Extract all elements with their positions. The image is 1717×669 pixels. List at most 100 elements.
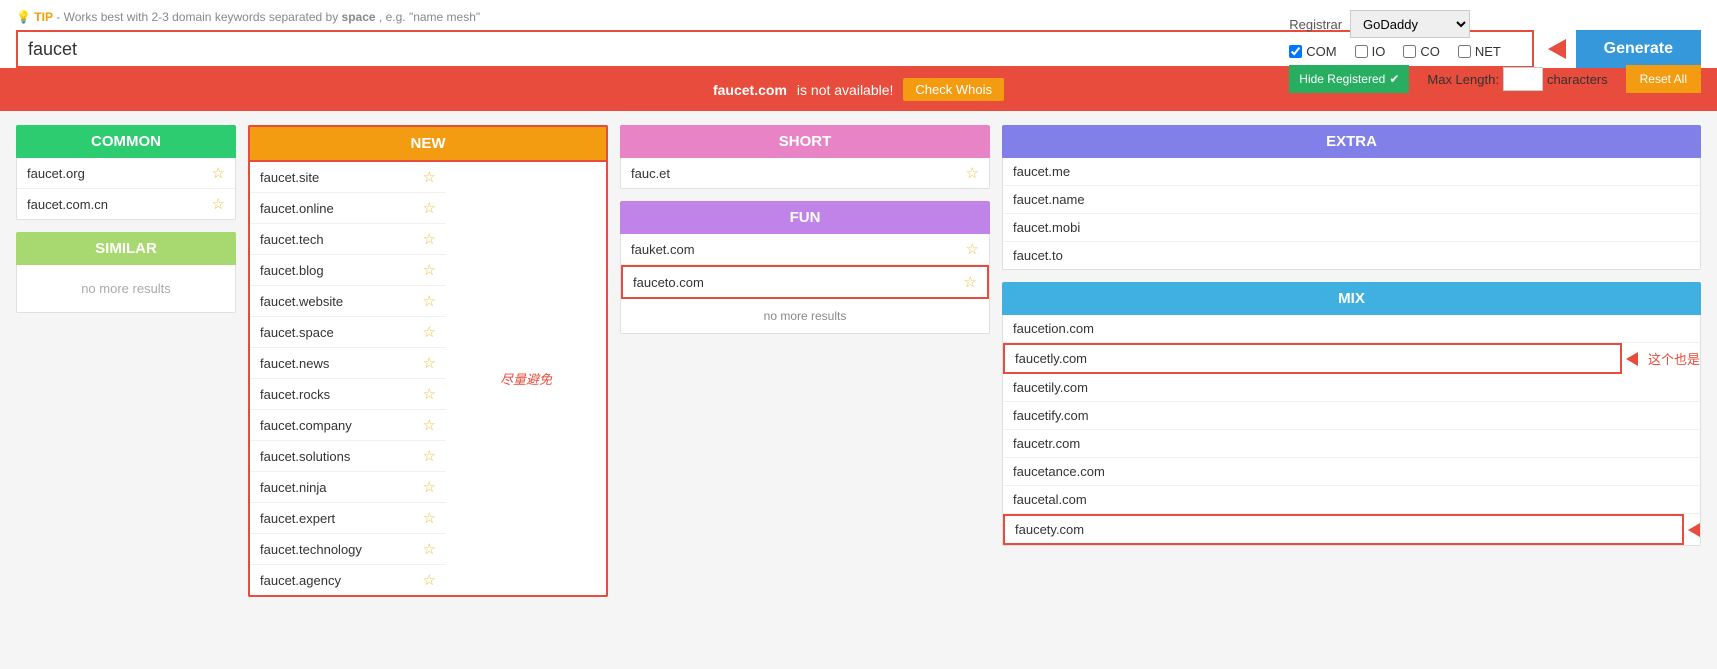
com-label: COM bbox=[1306, 44, 1336, 59]
fun-empty: no more results bbox=[621, 299, 989, 333]
registrar-select[interactable]: GoDaddy bbox=[1350, 10, 1470, 38]
domain-text: faucet.technology bbox=[260, 542, 362, 557]
list-item: faucet.me bbox=[1003, 158, 1700, 186]
domain-text: fauceto.com bbox=[633, 275, 704, 290]
faucetly-row-wrapper: faucetly.com 这个也是 bbox=[1003, 343, 1700, 374]
domain-text: faucet.agency bbox=[260, 573, 341, 588]
io-checkbox-label[interactable]: IO bbox=[1355, 44, 1386, 59]
domain-text: faucet.com.cn bbox=[27, 197, 108, 212]
star-icon[interactable]: ☆ bbox=[423, 292, 436, 310]
star-icon[interactable]: ☆ bbox=[423, 230, 436, 248]
star-icon[interactable]: ☆ bbox=[212, 195, 225, 213]
star-icon[interactable]: ☆ bbox=[423, 416, 436, 434]
unavailable-domain: faucet.com bbox=[713, 82, 787, 98]
co-checkbox[interactable] bbox=[1403, 45, 1416, 58]
max-length-suffix: characters bbox=[1547, 72, 1608, 87]
mix-header: MIX bbox=[1002, 282, 1701, 315]
list-item: faucet.space ☆ bbox=[250, 317, 446, 348]
io-checkbox[interactable] bbox=[1355, 45, 1368, 58]
max-length-input[interactable] bbox=[1503, 67, 1543, 91]
domain-text: faucetly.com bbox=[1015, 351, 1087, 366]
domain-text: faucety.com bbox=[1015, 522, 1084, 537]
list-item: faucet.tech ☆ bbox=[250, 224, 446, 255]
similar-empty: no more results bbox=[17, 265, 235, 312]
registrar-section: Registrar GoDaddy COM IO CO bbox=[1289, 10, 1701, 93]
faucety-arrow bbox=[1688, 523, 1700, 537]
reset-all-button[interactable]: Reset All bbox=[1626, 65, 1701, 93]
domain-text: faucet.site bbox=[260, 170, 319, 185]
star-icon[interactable]: ☆ bbox=[212, 164, 225, 182]
net-checkbox[interactable] bbox=[1458, 45, 1471, 58]
domain-text: fauket.com bbox=[631, 242, 695, 257]
star-icon[interactable]: ☆ bbox=[966, 164, 979, 182]
star-icon[interactable]: ☆ bbox=[423, 261, 436, 279]
list-item: faucet.blog ☆ bbox=[250, 255, 446, 286]
com-checkbox-label[interactable]: COM bbox=[1289, 44, 1336, 59]
star-icon[interactable]: ☆ bbox=[423, 354, 436, 372]
hide-registered-button[interactable]: Hide Registered ✔ bbox=[1289, 65, 1409, 93]
registrar-row: Registrar GoDaddy bbox=[1289, 10, 1470, 38]
com-checkbox[interactable] bbox=[1289, 45, 1302, 58]
options-row: COM IO CO NET bbox=[1289, 44, 1501, 59]
common-card: COMMON faucet.org ☆ faucet.com.cn ☆ bbox=[16, 125, 236, 220]
faucetly-arrow: 这个也是 bbox=[1626, 349, 1700, 368]
short-card-body: fauc.et ☆ bbox=[620, 158, 990, 189]
faucetly-annotation: 这个也是 bbox=[1648, 349, 1700, 368]
star-icon[interactable]: ☆ bbox=[423, 323, 436, 341]
hide-registered-label: Hide Registered bbox=[1299, 72, 1385, 86]
list-item: faucetion.com bbox=[1003, 315, 1700, 343]
max-length-area: Max Length: characters bbox=[1427, 67, 1607, 91]
list-item: faucet.expert ☆ bbox=[250, 503, 446, 534]
top-section: 💡 TIP - Works best with 2-3 domain keywo… bbox=[0, 0, 1717, 68]
new-two-col: faucet.site ☆ faucet.online ☆ faucet.tec… bbox=[250, 162, 606, 595]
col-extra-mix: EXTRA faucet.me faucet.name faucet.mobi … bbox=[1002, 125, 1701, 597]
star-icon[interactable]: ☆ bbox=[423, 571, 436, 589]
domain-text: faucetal.com bbox=[1013, 492, 1087, 507]
list-item: faucetr.com bbox=[1003, 430, 1700, 458]
fun-card: FUN fauket.com ☆ fauceto.com ☆ no more r… bbox=[620, 201, 990, 334]
faucetly-highlighted-item: faucetly.com bbox=[1003, 343, 1622, 374]
check-whois-button[interactable]: Check Whois bbox=[903, 78, 1004, 101]
arrow-left-icon-2 bbox=[1688, 523, 1700, 537]
similar-card-body: no more results bbox=[16, 265, 236, 313]
domain-text: faucet.online bbox=[260, 201, 334, 216]
star-icon[interactable]: ☆ bbox=[423, 509, 436, 527]
star-icon[interactable]: ☆ bbox=[966, 240, 979, 258]
list-item: faucet.site ☆ bbox=[250, 162, 446, 193]
domain-text: faucet.me bbox=[1013, 164, 1070, 179]
short-card: SHORT fauc.et ☆ bbox=[620, 125, 990, 189]
fun-card-body: fauket.com ☆ fauceto.com ☆ no more resul… bbox=[620, 234, 990, 334]
domain-text: faucet.org bbox=[27, 166, 85, 181]
max-length-label: Max Length: bbox=[1427, 72, 1499, 87]
tip-text: - Works best with 2-3 domain keywords se… bbox=[56, 10, 341, 24]
faucety-highlighted-item: faucety.com bbox=[1003, 514, 1684, 545]
domain-text: faucetr.com bbox=[1013, 436, 1080, 451]
star-icon[interactable]: ☆ bbox=[423, 168, 436, 186]
net-checkbox-label[interactable]: NET bbox=[1458, 44, 1501, 59]
new-header: NEW bbox=[248, 125, 608, 162]
new-card-body: faucet.site ☆ faucet.online ☆ faucet.tec… bbox=[248, 162, 608, 597]
co-label: CO bbox=[1420, 44, 1440, 59]
star-icon[interactable]: ☆ bbox=[423, 540, 436, 558]
new-card: NEW faucet.site ☆ faucet.online ☆ fauc bbox=[248, 125, 608, 597]
star-icon[interactable]: ☆ bbox=[423, 478, 436, 496]
domain-text: faucetance.com bbox=[1013, 464, 1105, 479]
extra-card: EXTRA faucet.me faucet.name faucet.mobi … bbox=[1002, 125, 1701, 270]
actions-row: Hide Registered ✔ Max Length: characters… bbox=[1289, 65, 1701, 93]
co-checkbox-label[interactable]: CO bbox=[1403, 44, 1440, 59]
similar-card: SIMILAR no more results bbox=[16, 232, 236, 313]
main-content: COMMON faucet.org ☆ faucet.com.cn ☆ SIMI… bbox=[0, 111, 1717, 611]
star-icon[interactable]: ☆ bbox=[423, 199, 436, 217]
domain-text: faucet.tech bbox=[260, 232, 324, 247]
tip-bold: space bbox=[342, 10, 376, 24]
list-item: faucet.ninja ☆ bbox=[250, 472, 446, 503]
star-icon[interactable]: ☆ bbox=[964, 273, 977, 291]
star-icon[interactable]: ☆ bbox=[423, 385, 436, 403]
star-icon[interactable]: ☆ bbox=[423, 447, 436, 465]
mix-card-body: faucetion.com faucetly.com 这个也是 faucetil… bbox=[1002, 315, 1701, 546]
tip-icon: 💡 bbox=[16, 10, 31, 24]
extra-card-body: faucet.me faucet.name faucet.mobi faucet… bbox=[1002, 158, 1701, 270]
domain-text: fauc.et bbox=[631, 166, 670, 181]
list-item: faucetal.com bbox=[1003, 486, 1700, 514]
domain-text: faucet.name bbox=[1013, 192, 1085, 207]
